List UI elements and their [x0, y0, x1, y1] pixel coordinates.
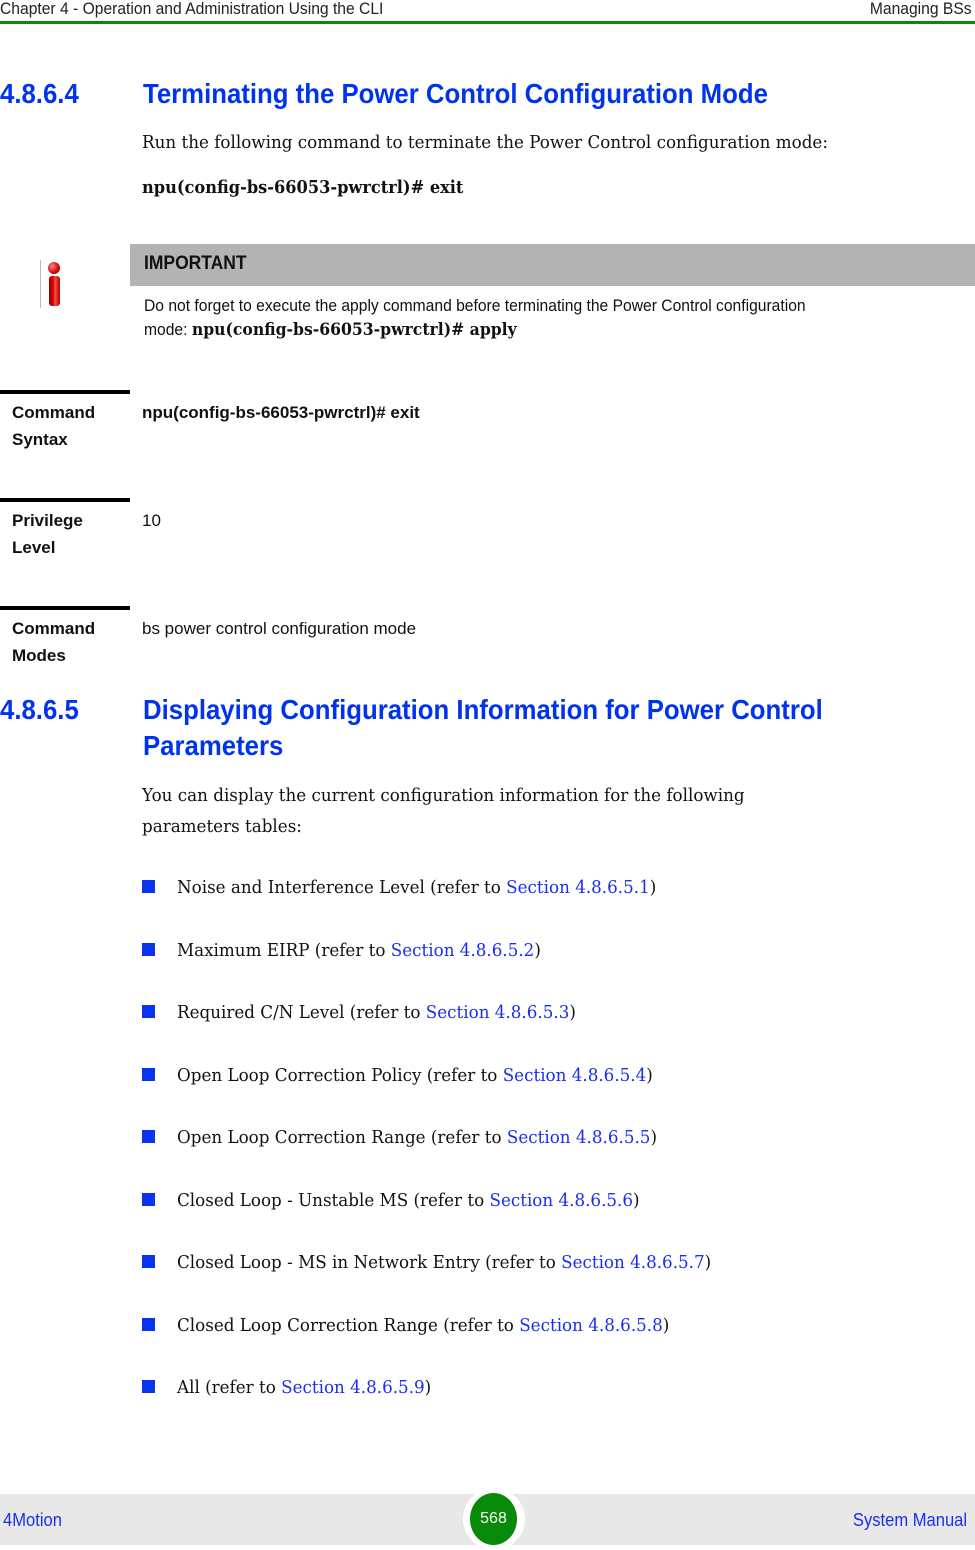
- list-item: Noise and Interference Level (refer to S…: [142, 872, 962, 935]
- bullet-square-icon: [142, 880, 155, 893]
- section-link[interactable]: Section 4.8.6.5.6: [489, 1190, 633, 1211]
- row-divider: [0, 390, 130, 394]
- item-text: Closed Loop - Unstable MS (refer to: [177, 1189, 490, 1211]
- item-suffix: ): [649, 877, 657, 898]
- command-keyword: exit: [429, 177, 464, 198]
- important-info-icon: [40, 258, 62, 310]
- section-link[interactable]: Section 4.8.6.5.5: [507, 1127, 651, 1148]
- item-text: Noise and Interference Level (refer to: [177, 877, 507, 898]
- section-link[interactable]: Section 4.8.6.5.8: [519, 1315, 663, 1336]
- section-link[interactable]: Section 4.8.6.5.9: [281, 1377, 425, 1398]
- bullet-square-icon: [142, 942, 155, 956]
- item-text: Maximum EIRP (refer to: [177, 939, 391, 961]
- row-value: 10: [142, 511, 161, 530]
- item-suffix: ): [662, 1314, 670, 1336]
- item-suffix: ): [569, 1002, 576, 1023]
- intro-paragraph: Run the following command to terminate t…: [142, 132, 828, 153]
- item-suffix: ): [633, 1189, 640, 1211]
- row-label: Command Modes: [12, 619, 96, 665]
- note-text-line2: mode: npu(config-bs-66053-pwrctrl)# appl…: [144, 318, 898, 342]
- intro-line-2: parameters tables:: [142, 816, 302, 837]
- section-heading-displaying: 4.8.6.5 Displaying Configuration Informa…: [0, 692, 975, 764]
- list-item: Closed Loop - MS in Network Entry (refer…: [142, 1247, 962, 1310]
- row-divider: [0, 606, 130, 610]
- bullet-square-icon: [142, 1192, 155, 1206]
- command-prefix: npu(config-bs-66053-pwrctrl)#: [142, 177, 425, 198]
- item-text: Open Loop Correction Range (refer to: [177, 1127, 507, 1148]
- note-header: IMPORTANT: [130, 244, 975, 286]
- list-item: Closed Loop - Unstable MS (refer to Sect…: [142, 1185, 962, 1248]
- header-divider: [0, 21, 975, 24]
- bullet-square-icon: [142, 1005, 155, 1018]
- bullet-square-icon: [142, 1130, 155, 1143]
- section-link[interactable]: Section 4.8.6.5.3: [426, 1002, 570, 1023]
- item-text: Closed Loop Correction Range (refer to: [177, 1314, 520, 1336]
- item-suffix: ): [650, 1127, 657, 1148]
- parameter-table-list: Noise and Interference Level (refer to S…: [142, 872, 962, 1435]
- list-item: Open Loop Correction Policy (refer to Se…: [142, 1060, 962, 1123]
- chapter-title: Chapter 4 - Operation and Administration…: [0, 0, 384, 18]
- page-number: 568: [470, 1493, 517, 1545]
- page-header: Chapter 4 - Operation and Administration…: [0, 0, 975, 24]
- section-title: Managing BSs: [870, 0, 972, 18]
- page-number-badge: 568: [463, 1488, 525, 1550]
- bullet-square-icon: [142, 1067, 155, 1081]
- list-item: Closed Loop Correction Range (refer to S…: [142, 1310, 962, 1373]
- note-body: Do not forget to execute the apply comma…: [144, 294, 964, 342]
- command-example: npu(config-bs-66053-pwrctrl)# exit: [142, 177, 463, 198]
- note-apply-command: npu(config-bs-66053-pwrctrl)# apply: [191, 320, 517, 340]
- note-text-line1: Do not forget to execute the apply comma…: [144, 296, 806, 315]
- intro-paragraph: You can display the current configuratio…: [142, 780, 745, 842]
- list-item: Maximum EIRP (refer to Section 4.8.6.5.2…: [142, 935, 962, 998]
- bullet-square-icon: [142, 1317, 155, 1331]
- section-title-text: Displaying Configuration Information for…: [143, 694, 823, 761]
- note-prefix: mode:: [144, 320, 192, 339]
- section-heading-terminating: 4.8.6.4 Terminating the Power Control Co…: [0, 76, 975, 112]
- bullet-square-icon: [142, 1380, 155, 1393]
- row-value: bs power control configuration mode: [142, 619, 417, 638]
- section-number: 4.8.6.4: [0, 78, 79, 109]
- list-item: All (refer to Section 4.8.6.5.9): [142, 1372, 962, 1435]
- item-suffix: ): [646, 1064, 653, 1086]
- document-name: System Manual: [852, 1510, 967, 1530]
- intro-line-1: You can display the current configuratio…: [142, 785, 745, 806]
- section-link[interactable]: Section 4.8.6.5.2: [391, 940, 535, 961]
- item-suffix: ): [424, 1377, 432, 1398]
- list-item: Open Loop Correction Range (refer to Sec…: [142, 1122, 962, 1185]
- bullet-square-icon: [142, 1255, 155, 1268]
- section-title-text: Terminating the Power Control Configurat…: [143, 78, 768, 109]
- section-link[interactable]: Section 4.8.6.5.1: [506, 877, 650, 898]
- section-link[interactable]: Section 4.8.6.5.4: [503, 1065, 647, 1086]
- item-text: All (refer to: [177, 1377, 282, 1398]
- note-heading: IMPORTANT: [144, 253, 247, 274]
- row-label: Privilege Level: [12, 511, 83, 557]
- product-name: 4Motion: [3, 1510, 62, 1530]
- item-text: Required C/N Level (refer to: [177, 1002, 426, 1023]
- item-text: Open Loop Correction Policy (refer to: [177, 1064, 503, 1086]
- item-suffix: ): [704, 1252, 712, 1273]
- item-text: Closed Loop - MS in Network Entry (refer…: [177, 1252, 562, 1273]
- item-suffix: ): [534, 939, 541, 961]
- list-item: Required C/N Level (refer to Section 4.8…: [142, 997, 962, 1060]
- section-number: 4.8.6.5: [0, 694, 79, 725]
- section-link[interactable]: Section 4.8.6.5.7: [561, 1252, 705, 1273]
- row-value: npu(config-bs-66053-pwrctrl)# exit: [142, 403, 420, 422]
- row-divider: [0, 498, 130, 502]
- row-label: Command Syntax: [12, 403, 96, 449]
- page-footer: 4Motion 568 System Manual: [0, 1488, 975, 1550]
